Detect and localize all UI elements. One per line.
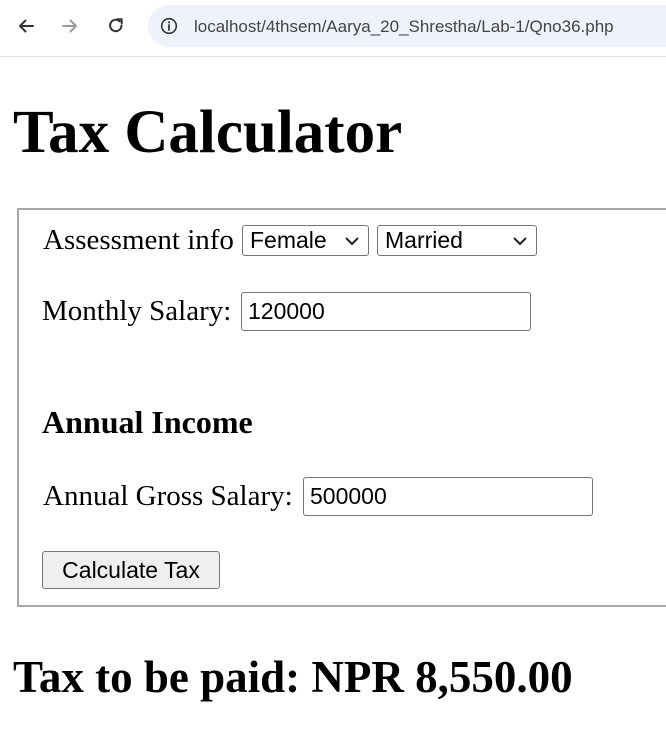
arrow-left-icon <box>19 19 34 33</box>
tax-result: Tax to be paid: NPR 8,550.00 <box>13 652 573 702</box>
chevron-down-icon <box>513 237 527 246</box>
back-button[interactable] <box>10 10 42 42</box>
annual-gross-salary-input[interactable]: 500000 <box>303 477 593 516</box>
url-text: localhost/4thsem/Aarya_20_Shrestha/Lab-1… <box>194 17 614 36</box>
page-title: Tax Calculator <box>13 99 403 166</box>
reload-button[interactable] <box>100 10 132 42</box>
calculate-tax-button[interactable]: Calculate Tax <box>42 551 220 589</box>
annual-gross-salary-label: Annual Gross Salary: <box>43 480 293 512</box>
marital-status-select[interactable]: Married <box>377 225 537 256</box>
monthly-salary-value: 120000 <box>248 298 325 324</box>
annual-income-heading: Annual Income <box>42 404 253 440</box>
site-info-icon[interactable] <box>160 17 178 35</box>
forward-button[interactable] <box>54 10 86 42</box>
chevron-down-icon <box>345 237 359 246</box>
annual-gross-salary-value: 500000 <box>310 483 387 509</box>
gender-select[interactable]: Female <box>242 225 369 256</box>
assessment-info-label: Assessment info <box>43 224 234 256</box>
browser-toolbar: localhost/4thsem/Aarya_20_Shrestha/Lab-1… <box>0 0 666 57</box>
gender-select-value: Female <box>250 227 327 253</box>
monthly-salary-label: Monthly Salary: <box>42 295 232 327</box>
marital-status-select-value: Married <box>385 227 463 253</box>
arrow-right-icon <box>62 19 77 33</box>
address-bar[interactable]: localhost/4thsem/Aarya_20_Shrestha/Lab-1… <box>148 5 666 47</box>
monthly-salary-input[interactable]: 120000 <box>241 292 531 331</box>
reload-icon <box>109 18 123 33</box>
